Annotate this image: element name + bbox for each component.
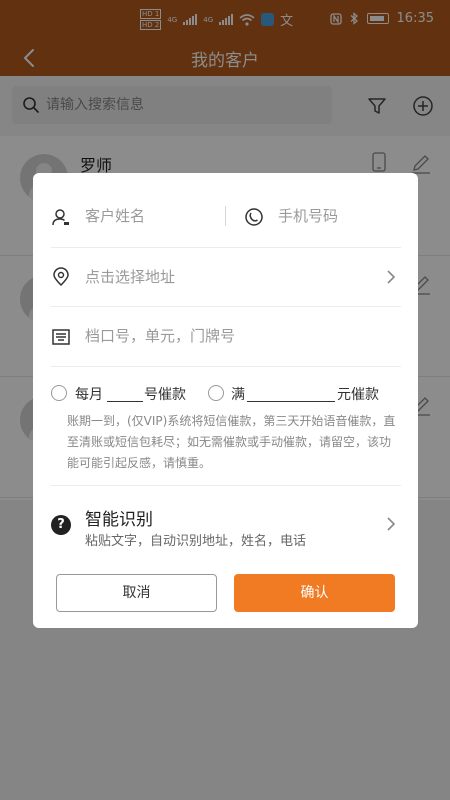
customer-name-field[interactable] xyxy=(85,203,215,229)
name-phone-row xyxy=(51,173,401,248)
phone-number-field[interactable] xyxy=(278,203,398,229)
chevron-right-icon xyxy=(387,270,396,284)
dunning-options: 每月 号催款 满 元催款 xyxy=(51,381,401,409)
help-icon: ? xyxy=(51,515,71,535)
smart-recognition-subtitle: 粘贴文字，自动识别地址，姓名，电话 xyxy=(85,534,307,549)
monthly-dunning-suffix: 号催款 xyxy=(144,387,186,403)
add-customer-dialog: 每月 号催款 满 元催款 账期一到，(仅VIP)系统将短信催款，第三天开始语音催… xyxy=(33,173,418,628)
location-pin-icon xyxy=(53,267,69,287)
amount-dunning-radio[interactable] xyxy=(208,385,224,401)
field-divider xyxy=(225,206,226,226)
address-field[interactable] xyxy=(85,264,355,290)
dunning-notice: 账期一到，(仅VIP)系统将短信催款，第三天开始语音催款，直至清账或短信包耗尽；… xyxy=(67,414,396,470)
monthly-day-input[interactable] xyxy=(107,401,143,402)
keyboard-icon xyxy=(52,329,70,345)
cancel-button[interactable]: 取消 xyxy=(56,574,217,612)
amount-dunning-prefix: 满 xyxy=(231,387,245,403)
confirm-button[interactable]: 确认 xyxy=(234,574,395,612)
amount-dunning-suffix: 元催款 xyxy=(337,387,379,403)
unit-number-field[interactable] xyxy=(85,323,385,349)
chevron-right-icon xyxy=(387,517,396,531)
unit-row xyxy=(51,307,401,367)
divider xyxy=(51,485,401,486)
smart-recognition-title: 智能识别 xyxy=(85,510,153,530)
smart-recognition-row[interactable]: ? 智能识别 粘贴文字，自动识别地址，姓名，电话 xyxy=(51,491,401,555)
address-select-row[interactable] xyxy=(51,248,401,307)
phone-call-icon xyxy=(245,208,263,226)
monthly-dunning-prefix: 每月 xyxy=(75,387,103,403)
user-icon xyxy=(52,209,69,226)
monthly-dunning-radio[interactable] xyxy=(51,385,67,401)
amount-input[interactable] xyxy=(247,401,335,402)
